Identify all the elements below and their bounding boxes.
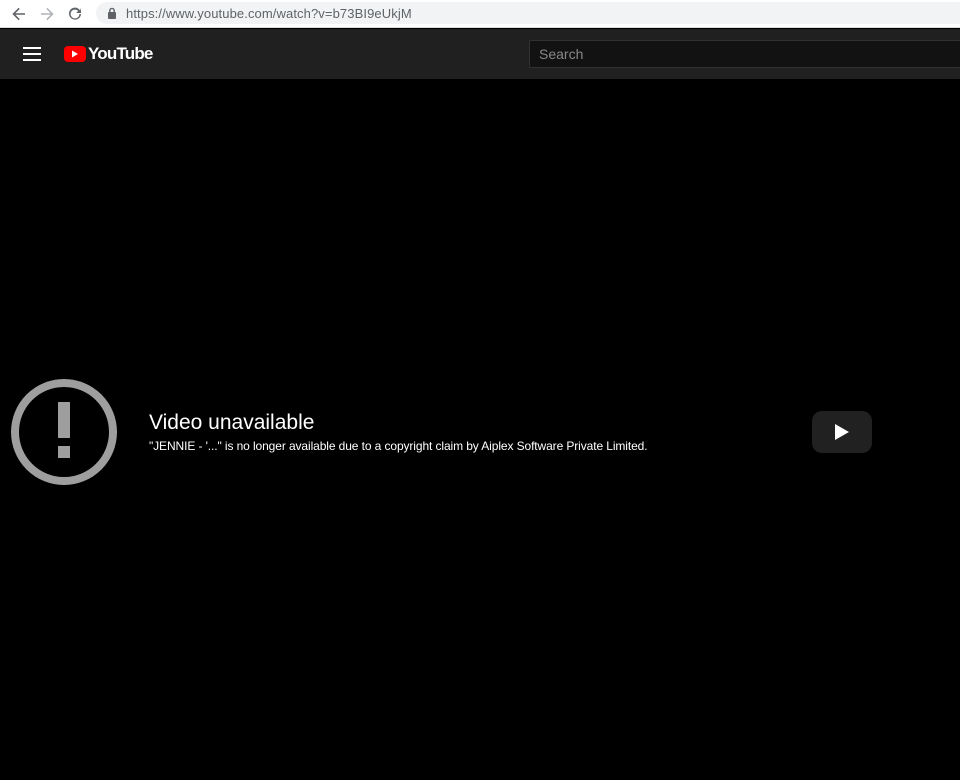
browser-toolbar: https://www.youtube.com/watch?v=b73BI9eU… — [0, 0, 960, 28]
exclamation-circle-icon — [10, 378, 118, 486]
back-button[interactable] — [8, 3, 30, 25]
youtube-logo-text: YouTube — [88, 44, 153, 63]
youtube-logo[interactable]: YouTube — [64, 43, 153, 65]
address-bar[interactable]: https://www.youtube.com/watch?v=b73BI9eU… — [96, 2, 960, 24]
play-button[interactable] — [812, 411, 872, 453]
reload-icon — [69, 7, 81, 20]
arrow-right-icon — [41, 7, 54, 21]
arrow-left-icon — [12, 7, 25, 21]
forward-button[interactable] — [36, 3, 58, 25]
hamburger-menu-icon — [23, 47, 41, 61]
youtube-header: YouTube — [0, 29, 960, 79]
search-box — [529, 40, 960, 68]
guide-menu-button[interactable] — [20, 42, 44, 66]
error-reason: "JENNIE - '..." is no longer available d… — [149, 439, 648, 453]
search-input[interactable] — [530, 41, 960, 67]
youtube-logo-icon — [64, 46, 86, 62]
video-player[interactable]: Video unavailable "JENNIE - '..." is no … — [0, 79, 960, 780]
reload-button[interactable] — [64, 3, 86, 25]
error-title: Video unavailable — [149, 411, 315, 434]
url-text: https://www.youtube.com/watch?v=b73BI9eU… — [126, 5, 412, 21]
lock-icon — [107, 7, 117, 19]
play-icon — [835, 424, 849, 440]
